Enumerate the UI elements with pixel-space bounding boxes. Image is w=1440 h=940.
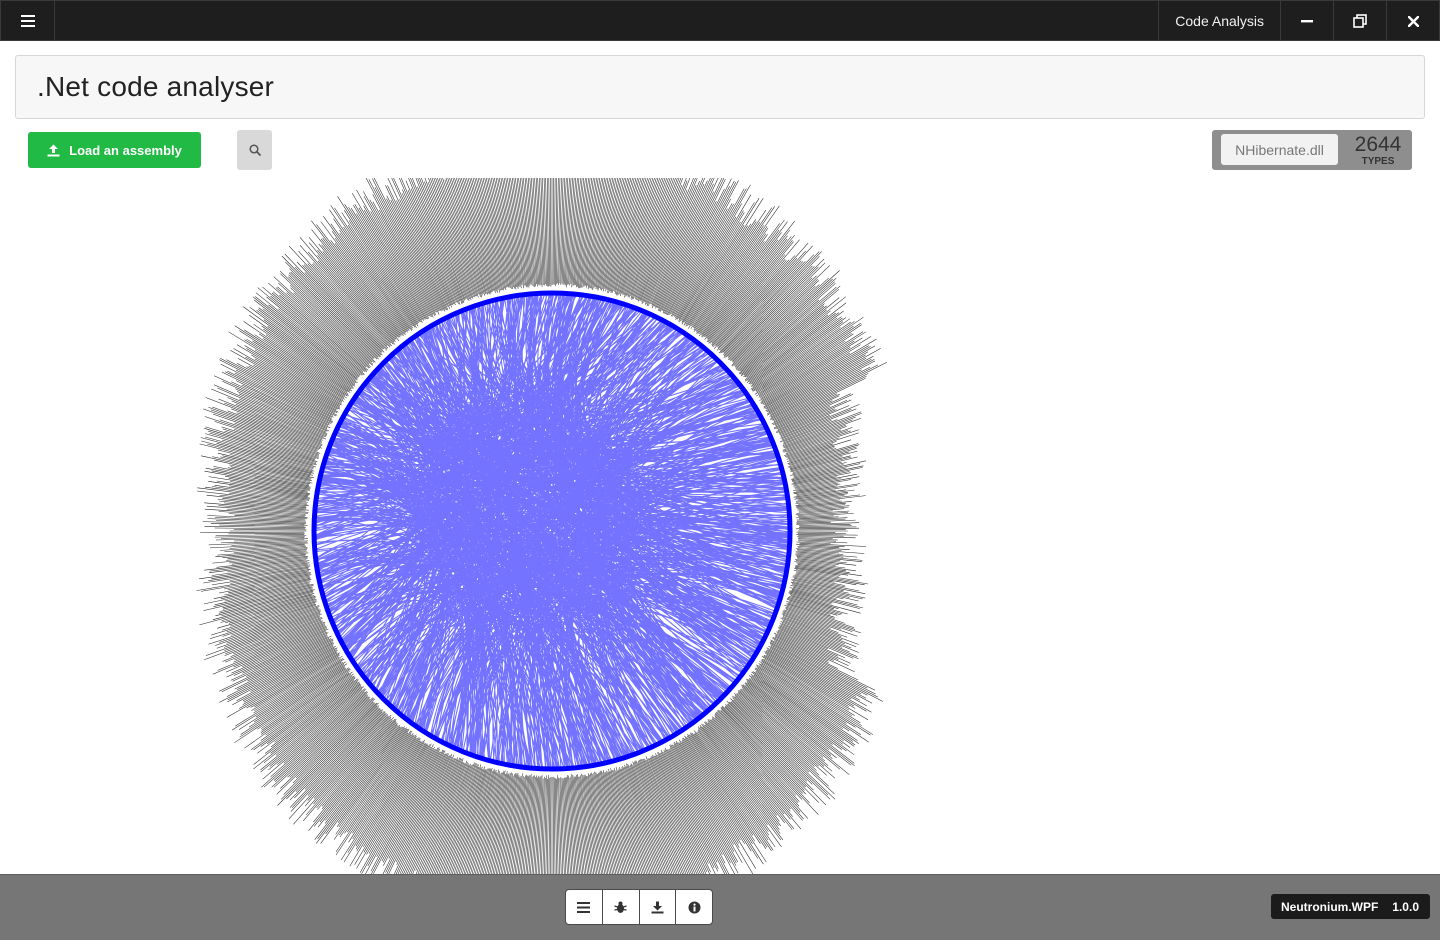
restore-icon [1353, 14, 1367, 28]
types-label: TYPES [1361, 156, 1395, 167]
page-title: .Net code analyser [37, 71, 275, 102]
minimize-icon [1301, 20, 1313, 23]
close-icon [1407, 15, 1419, 27]
dependency-edges [311, 290, 793, 772]
close-button[interactable] [1386, 1, 1439, 41]
header-panel: .Net code analyser [15, 55, 1425, 119]
assembly-info-badge: NHibernate.dll 2644 TYPES [1212, 130, 1412, 170]
dependency-graph[interactable] [195, 124, 915, 936]
assembly-name: NHibernate.dll [1221, 134, 1338, 165]
app-name: Neutronium.WPF [1281, 899, 1379, 914]
load-assembly-label: Load an assembly [69, 142, 182, 158]
search-button[interactable] [237, 130, 272, 170]
info-icon [688, 901, 701, 913]
edge-bundling-chart[interactable] [195, 124, 915, 936]
restore-button[interactable] [1333, 1, 1386, 41]
window-title: Code Analysis [1158, 1, 1280, 41]
bug-icon [614, 901, 627, 913]
app-version: 1.0.0 [1392, 899, 1419, 914]
hamburger-menu-button[interactable] [1, 1, 55, 41]
info-button[interactable] [676, 890, 712, 924]
version-badge: Neutronium.WPF 1.0.0 [1271, 894, 1430, 919]
list-button[interactable] [566, 890, 603, 924]
hamburger-menu-icon [20, 15, 35, 27]
minimize-button[interactable] [1280, 1, 1333, 41]
search-icon [248, 144, 261, 156]
upload-icon [47, 144, 60, 156]
debug-button[interactable] [603, 890, 640, 924]
download-button[interactable] [640, 890, 677, 924]
window-titlebar: Code Analysis [0, 0, 1440, 41]
load-assembly-button[interactable]: Load an assembly [28, 132, 201, 168]
types-count: 2644 [1354, 133, 1402, 156]
download-icon [651, 901, 664, 913]
list-icon [577, 901, 591, 913]
debug-toolbar [565, 889, 713, 925]
footer-bar: Neutronium.WPF 1.0.0 [0, 874, 1440, 940]
